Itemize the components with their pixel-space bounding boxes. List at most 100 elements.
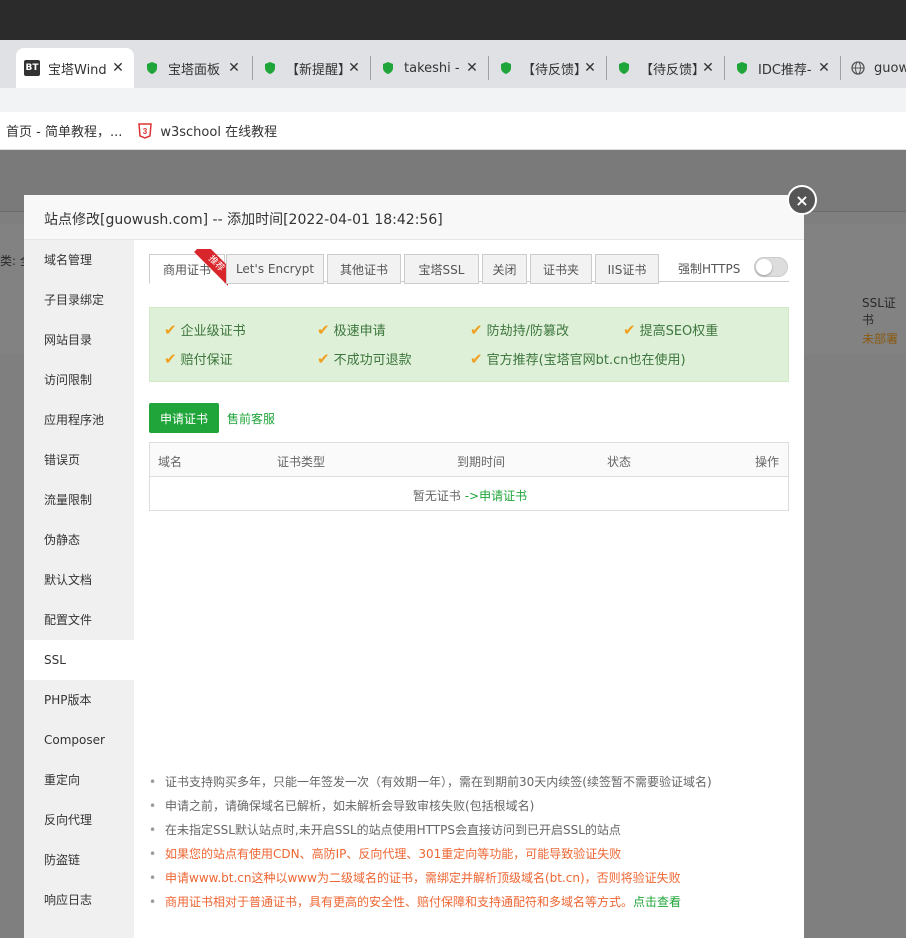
table-header: 域名 证书类型 到期时间 状态 操作 [150, 443, 788, 477]
tab-bt-ssl[interactable]: 宝塔SSL [404, 254, 479, 284]
nav-site-dir[interactable]: 网站目录 [24, 320, 134, 360]
modal-close-icon[interactable]: × [787, 185, 817, 215]
note-item: 申请之前，请确保域名已解析，如未解析会导致审核失败(包括根域名) [149, 794, 789, 818]
bookmarks-bar: 首页 - 简单教程，... 3 w3school 在线教程 [0, 112, 906, 150]
tab-pending-feedback-1[interactable]: 【待反馈】 ✕ [490, 48, 606, 88]
note-item: 如果您的站点有使用CDN、高防IP、反向代理、301重定向等功能，可能导致验证失… [149, 842, 789, 866]
nav-reverse-proxy[interactable]: 反向代理 [24, 800, 134, 840]
modal-title: 站点修改[guowush.com] -- 添加时间[2022-04-01 18:… [24, 195, 804, 240]
tab-title: 【新提醒】 [286, 62, 346, 78]
tab-title: 宝塔面板 [168, 62, 221, 78]
check-icon: ✔ [470, 349, 483, 368]
tab-other-cert[interactable]: 其他证书 [327, 254, 401, 284]
tab-pending-feedback-2[interactable]: 【待反馈】 ✕ [608, 48, 724, 88]
tab-close-icon[interactable]: ✕ [226, 60, 242, 76]
check-icon: ✔ [623, 320, 636, 339]
nav-response-log[interactable]: 响应日志 [24, 880, 134, 920]
nav-error-page[interactable]: 错误页 [24, 440, 134, 480]
nav-app-pool[interactable]: 应用程序池 [24, 400, 134, 440]
feature-item: ✔ 防劫持/防篡改 [470, 320, 569, 340]
tab-title: 【待反馈】 [640, 62, 700, 78]
nav-subdir-binding[interactable]: 子目录绑定 [24, 280, 134, 320]
check-icon: ✔ [164, 349, 177, 368]
site-edit-modal: 站点修改[guowush.com] -- 添加时间[2022-04-01 18:… [24, 195, 804, 938]
tab-takeshi[interactable]: takeshi - ✕ [372, 48, 488, 88]
check-icon: ✔ [317, 349, 330, 368]
window-titlebar [0, 0, 906, 40]
shield-icon [616, 60, 632, 76]
feature-item: ✔ 官方推荐(宝塔官网bt.cn也在使用) [470, 349, 686, 369]
nav-config-file[interactable]: 配置文件 [24, 600, 134, 640]
bg-ssl-status: 未部署 [862, 332, 899, 346]
col-actions: 操作 [755, 455, 780, 469]
cert-table: 域名 证书类型 到期时间 状态 操作 暂无证书 ->申请证书 [149, 442, 789, 511]
feature-item: ✔ 提高SEO权重 [623, 320, 719, 340]
tab-title: IDC推荐- [758, 62, 812, 78]
tab-close-icon[interactable]: ✕ [816, 60, 832, 76]
col-expiry: 到期时间 [457, 455, 506, 469]
bg-ssl-header: SSL证书 [862, 296, 896, 327]
tab-strip: BT 宝塔Wind ✕ 宝塔面板 ✕ 【新提醒】 ✕ takeshi - ✕ 【… [0, 40, 906, 88]
check-icon: ✔ [164, 320, 177, 339]
tab-close-icon[interactable]: ✕ [346, 60, 362, 76]
tab-lets-encrypt[interactable]: Let's Encrypt [226, 254, 324, 284]
tab-separator [724, 56, 725, 80]
feature-item: ✔ 企业级证书 [164, 320, 246, 340]
empty-row: 暂无证书 ->申请证书 [150, 487, 790, 504]
tab-separator [606, 56, 607, 80]
recommend-ribbon: 推荐 [188, 249, 228, 289]
empty-text: 暂无证书 [412, 489, 461, 503]
empty-apply-link[interactable]: ->申请证书 [465, 489, 527, 503]
tab-iis-cert[interactable]: IIS证书 [595, 254, 659, 284]
tab-close-icon[interactable]: ✕ [700, 60, 716, 76]
force-https-toggle[interactable] [754, 257, 788, 277]
tab-commercial-cert[interactable]: 商用证书 推荐 [149, 249, 228, 286]
tab-cert-folder[interactable]: 证书夹 [530, 254, 592, 284]
bookmark-w3school[interactable]: 3 w3school 在线教程 [138, 121, 277, 140]
nav-default-doc[interactable]: 默认文档 [24, 560, 134, 600]
shield-icon [498, 60, 514, 76]
tab-title: 宝塔Wind [48, 62, 107, 78]
note-item: 商用证书相对于普通证书，具有更高的安全性、赔付保障和支持通配符和多域名等方式。点… [149, 890, 789, 914]
note-item: 在未指定SSL默认站点时,未开启SSL的站点使用HTTPS会直接访问到已开启SS… [149, 818, 789, 842]
tab-separator [840, 56, 841, 80]
nav-redirect[interactable]: 重定向 [24, 760, 134, 800]
presale-service-link[interactable]: 售前客服 [227, 410, 275, 427]
nav-ssl[interactable]: SSL [24, 640, 134, 680]
apply-cert-button[interactable]: 申请证书 [149, 403, 219, 433]
force-https-label: 强制HTTPS [678, 262, 741, 276]
tab-bt-panel[interactable]: BT 宝塔Wind ✕ [16, 48, 134, 88]
bookmark-label: 首页 - 简单教程，... [6, 125, 123, 140]
col-cert-type: 证书类型 [277, 455, 326, 469]
check-icon: ✔ [317, 320, 330, 339]
nav-composer[interactable]: Composer [24, 720, 134, 760]
nav-php-version[interactable]: PHP版本 [24, 680, 134, 720]
nav-access-limit[interactable]: 访问限制 [24, 360, 134, 400]
feature-item: ✔ 极速申请 [317, 320, 386, 340]
nav-traffic-limit[interactable]: 流量限制 [24, 480, 134, 520]
col-domain: 域名 [158, 455, 183, 469]
shield-icon [380, 60, 396, 76]
tab-separator [488, 56, 489, 80]
tab-close-icon[interactable]: ✕ [582, 60, 598, 76]
tab-close-ssl[interactable]: 关闭 [482, 254, 527, 284]
nav-hotlink-protect[interactable]: 防盗链 [24, 840, 134, 880]
bookmark-label: w3school 在线教程 [160, 125, 278, 140]
nav-domain[interactable]: 域名管理 [24, 240, 134, 280]
modal-sidebar: 域名管理 子目录绑定 网站目录 访问限制 应用程序池 错误页 流量限制 伪静态 … [24, 240, 134, 938]
bookmark-home[interactable]: 首页 - 简单教程，... [6, 121, 122, 140]
view-details-link[interactable]: 点击查看 [633, 895, 681, 909]
tab-idc[interactable]: IDC推荐- ✕ [726, 48, 840, 88]
shield-icon [734, 60, 750, 76]
bt-icon: BT [24, 60, 40, 76]
tab-close-icon[interactable]: ✕ [110, 60, 126, 76]
tab-title: 【待反馈】 [522, 62, 582, 78]
ssl-tabs: 商用证书 推荐 Let's Encrypt 其他证书 宝塔SSL 关闭 证书夹 … [149, 249, 789, 286]
nav-rewrite[interactable]: 伪静态 [24, 520, 134, 560]
tab-bt-forum[interactable]: 宝塔面板 ✕ [136, 48, 250, 88]
shield-icon [262, 60, 278, 76]
tab-close-icon[interactable]: ✕ [464, 60, 480, 76]
tab-guowu[interactable]: guow [842, 48, 906, 88]
note-text: 商用证书相对于普通证书，具有更高的安全性、赔付保障和支持通配符和多域名等方式。 [165, 895, 634, 909]
tab-new-reminder[interactable]: 【新提醒】 ✕ [254, 48, 370, 88]
